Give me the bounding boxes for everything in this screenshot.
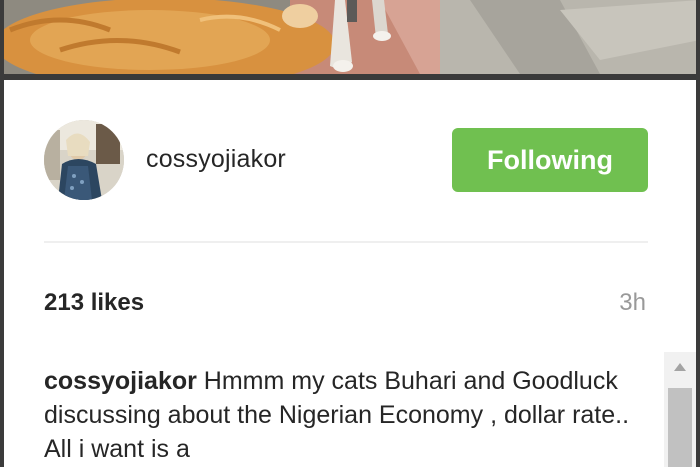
left-border [0, 0, 4, 467]
scrollbar[interactable] [664, 352, 696, 467]
scroll-thumb[interactable] [668, 388, 692, 467]
likes-count[interactable]: 213 likes [44, 289, 144, 317]
post-photo-image [0, 0, 700, 74]
post-caption: cossyojiakor Hmmm my cats Buhari and Goo… [44, 364, 644, 466]
right-border [696, 0, 700, 467]
photo-divider [0, 74, 700, 80]
avatar[interactable] [44, 120, 124, 200]
post-header: cossyojiakor Following [44, 120, 648, 202]
triangle-up-icon [674, 363, 686, 371]
avatar-image [44, 120, 124, 200]
following-button[interactable]: Following [452, 128, 648, 192]
post-photo[interactable] [0, 0, 700, 74]
instagram-post-frame: cossyojiakor Following 213 likes 3h coss… [0, 0, 700, 467]
divider [44, 241, 648, 243]
username[interactable]: cossyojiakor [146, 145, 286, 174]
caption-username[interactable]: cossyojiakor [44, 367, 197, 395]
post-timestamp[interactable]: 3h [619, 289, 646, 317]
scroll-up-button[interactable] [664, 352, 696, 382]
